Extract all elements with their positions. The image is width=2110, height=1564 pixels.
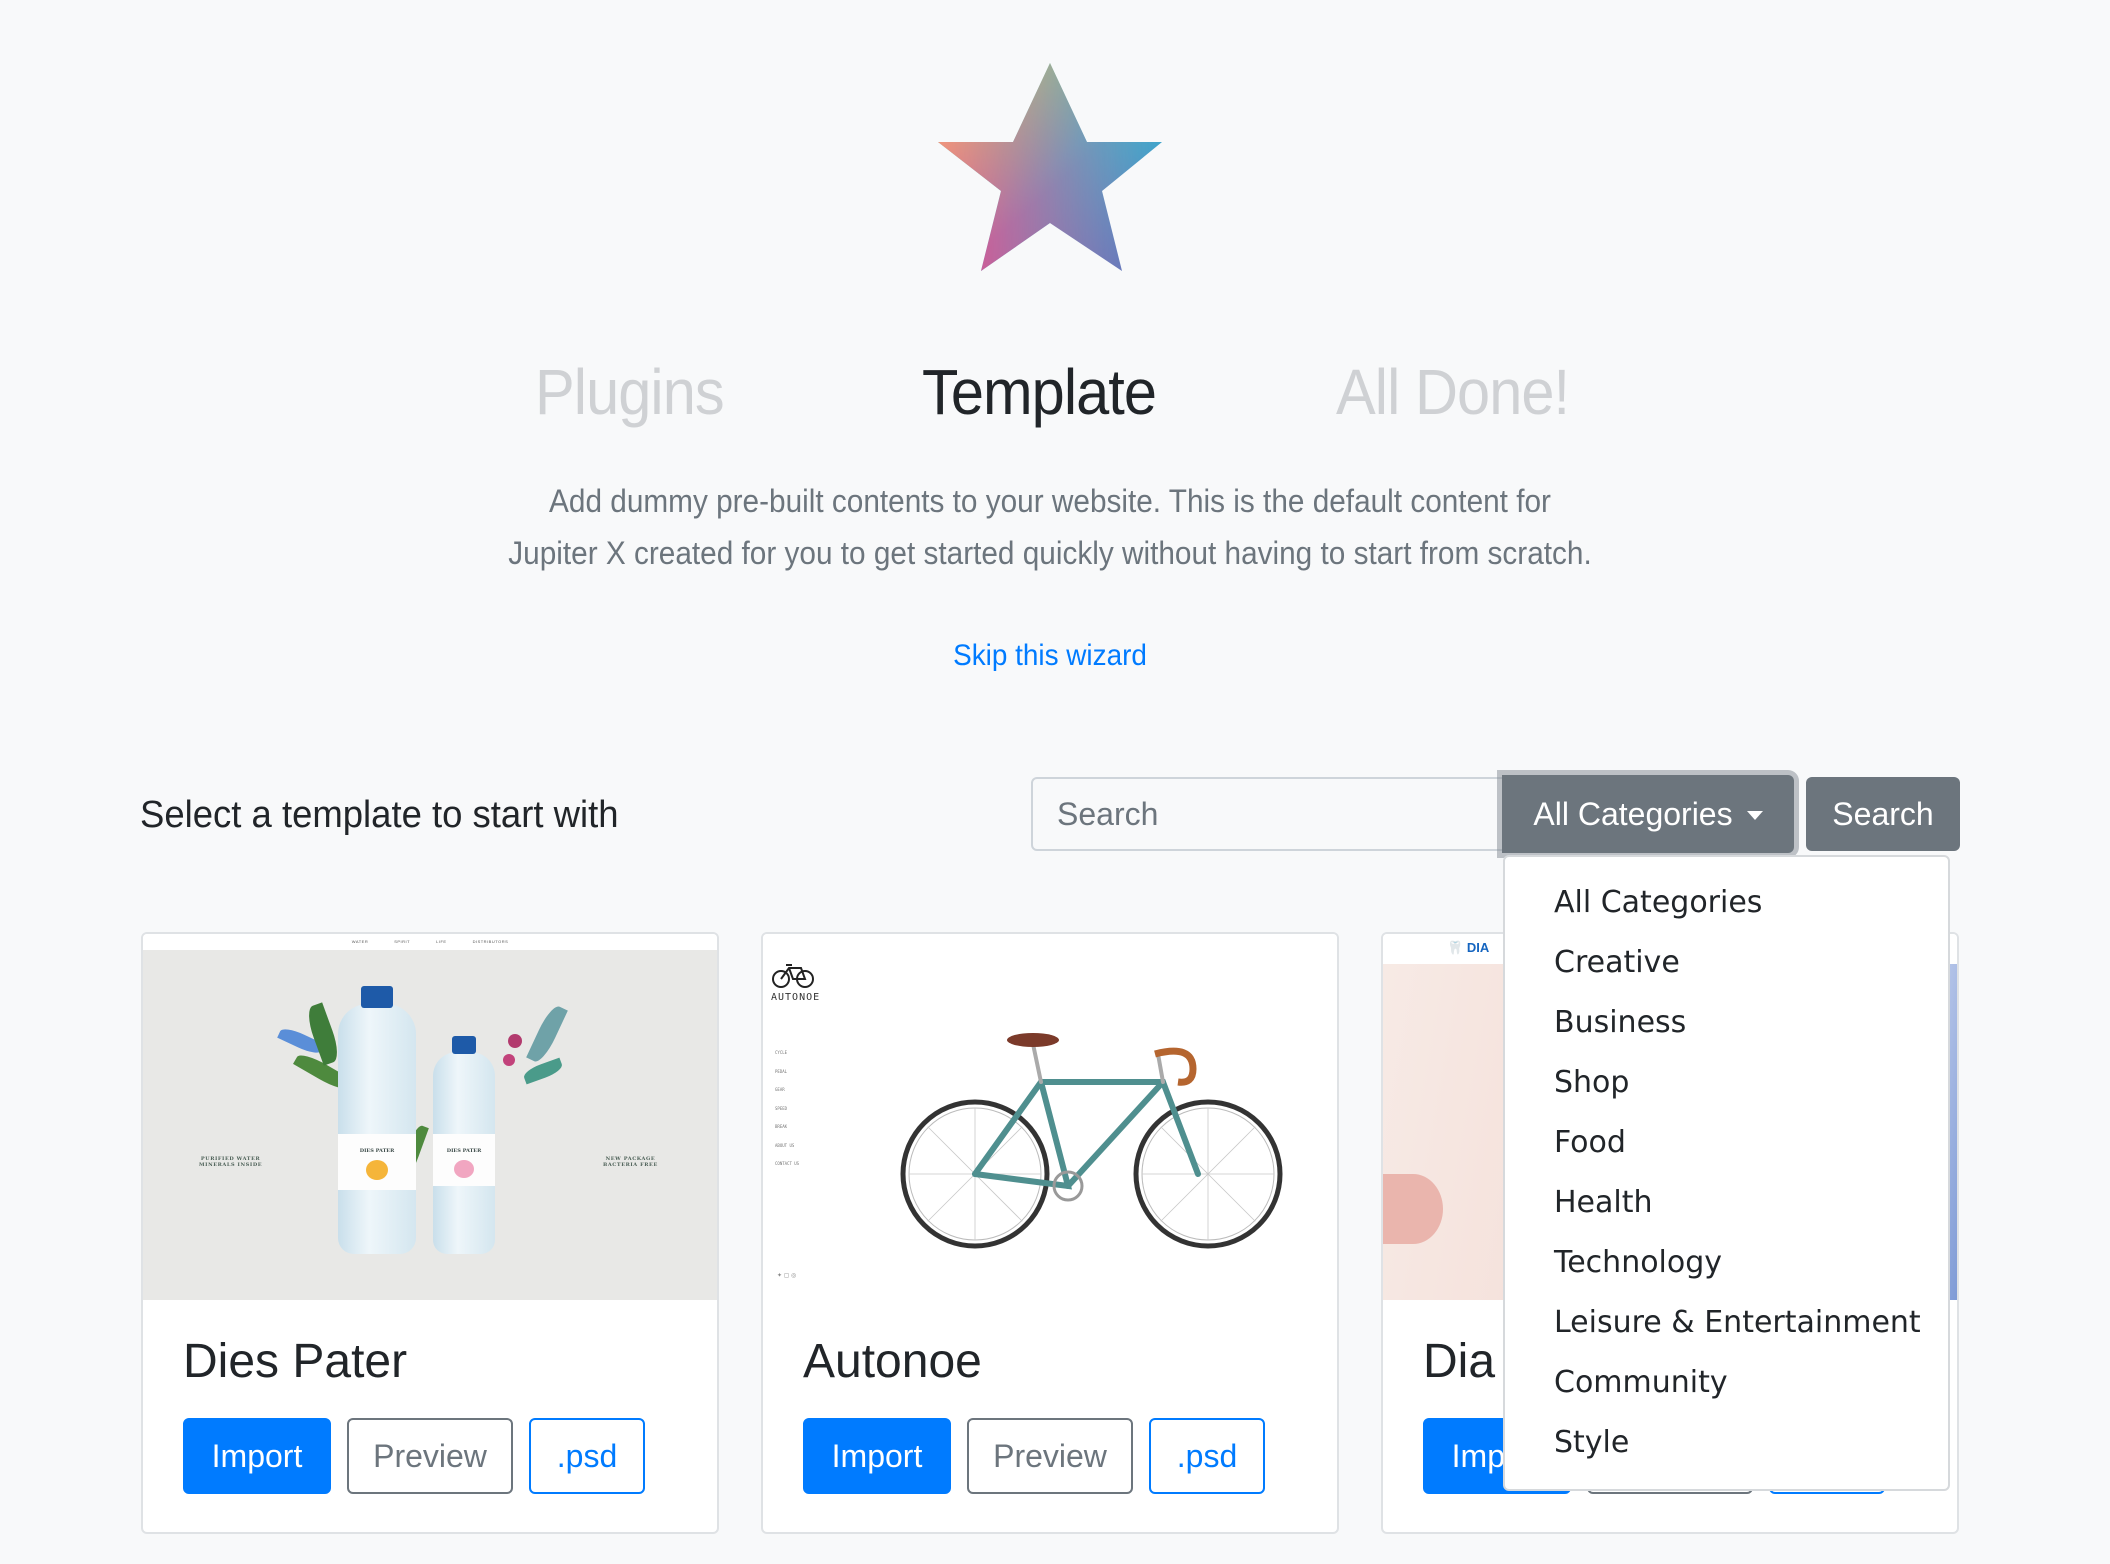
template-actions: Import Preview .psd (803, 1418, 1265, 1494)
thumbnail-nav-item: GEAR (775, 1087, 785, 1092)
category-dropdown-label: All Categories (1533, 795, 1733, 832)
step-template: Template (922, 356, 1157, 428)
thumbnail-brand-text: DIA (1466, 940, 1490, 955)
import-button[interactable]: Import (183, 1418, 331, 1494)
category-option-technology[interactable]: Technology (1505, 1233, 1948, 1293)
flower-decoration (366, 1160, 388, 1180)
caret-down-icon (1746, 810, 1763, 820)
description-line-1: Add dummy pre-built contents to your web… (549, 483, 1551, 519)
import-button[interactable]: Import (803, 1418, 951, 1494)
thumbnail-brand: AUTONOE (771, 992, 821, 1003)
bottle-label: DIES PATER (433, 1134, 495, 1186)
template-title: Dia (1423, 1335, 1496, 1388)
template-thumbnail[interactable]: AUTONOE CYCLE PEDAL GEAR SPEED BREAK ABO… (763, 934, 1337, 1300)
thumbnail-nav-item: SPEED (775, 1105, 788, 1111)
thumbnail-text: BACTERIA FREE (603, 1162, 658, 1168)
thumbnail-nav-item: BREAK (775, 1124, 788, 1129)
category-option-food[interactable]: Food (1505, 1113, 1948, 1173)
section-title: Select a template to start with (140, 794, 619, 836)
category-dropdown-button[interactable]: All Categories (1502, 775, 1794, 853)
category-option-all[interactable]: All Categories (1505, 873, 1948, 933)
bottle-large (338, 1004, 416, 1254)
skip-wizard-link[interactable]: Skip this wizard (911, 632, 1190, 680)
bottle-cap (452, 1036, 476, 1054)
template-card: WATER SPIRIT LIFE DISTRIBUTORS PURIFIED … (141, 932, 719, 1534)
category-option-health[interactable]: Health (1505, 1173, 1948, 1233)
category-option-business[interactable]: Business (1505, 993, 1948, 1053)
berry-decoration (503, 1054, 515, 1066)
bottle-cap (361, 986, 393, 1008)
bicycle-logo-icon (772, 964, 814, 988)
bottle-label: DIES PATER (338, 1134, 416, 1190)
psd-download-button[interactable]: .psd (1149, 1418, 1265, 1494)
label-text: DIES PATER (446, 1148, 482, 1154)
thumbnail-side-text-right: NEW PACKAGE BACTERIA FREE (603, 1156, 658, 1168)
step-all-done: All Done! (1336, 356, 1570, 428)
template-title: Dies Pater (183, 1335, 408, 1388)
thumbnail-text: MINERALS INSIDE (199, 1162, 263, 1168)
psd-download-button[interactable]: .psd (529, 1418, 645, 1494)
template-card: AUTONOE CYCLE PEDAL GEAR SPEED BREAK ABO… (761, 932, 1339, 1534)
thumbnail-nav-item: CONTACT US (775, 1161, 800, 1166)
template-title: Autonoe (803, 1335, 982, 1388)
thumbnail-nav-item: CYCLE (775, 1050, 788, 1055)
thumbnail-nav-item: LIFE (436, 939, 447, 944)
category-option-style[interactable]: Style (1505, 1413, 1948, 1473)
search-input[interactable] (1031, 777, 1511, 851)
category-dropdown-menu: All Categories Creative Business Shop Fo… (1503, 855, 1950, 1491)
social-icons: ✦ ▢ ◎ (777, 1273, 797, 1279)
tooth-icon: 🦷 (1447, 940, 1464, 955)
thumbnail-nav: WATER SPIRIT LIFE DISTRIBUTORS (143, 934, 717, 950)
thumbnail-nav-item: SPIRIT (394, 939, 411, 944)
step-description: Add dummy pre-built contents to your web… (405, 475, 1695, 579)
category-option-shop[interactable]: Shop (1505, 1053, 1948, 1113)
thumbnail-side-text-left: PURIFIED WATER MINERALS INSIDE (199, 1156, 262, 1168)
template-thumbnail[interactable]: WATER SPIRIT LIFE DISTRIBUTORS PURIFIED … (143, 934, 717, 1300)
label-text: DIES PATER (359, 1148, 395, 1154)
berry-decoration (508, 1034, 522, 1048)
step-plugins: Plugins (535, 356, 725, 428)
search-button[interactable]: Search (1806, 777, 1960, 851)
category-option-creative[interactable]: Creative (1505, 933, 1948, 993)
description-line-2: Jupiter X created for you to get started… (508, 535, 1592, 571)
thumbnail-nav-item: DISTRIBUTORS (472, 939, 509, 944)
preview-button[interactable]: Preview (967, 1418, 1133, 1494)
thumbnail-nav-item: ABOUT US (775, 1142, 795, 1148)
flower-decoration (454, 1160, 474, 1178)
thumbnail-brand: 🦷 DIA (1447, 940, 1489, 956)
template-actions: Import Preview .psd (183, 1418, 645, 1494)
thumbnail-nav: CYCLE PEDAL GEAR SPEED BREAK ABOUT US CO… (775, 1044, 799, 1174)
thumbnail-background (143, 950, 717, 1300)
category-option-leisure[interactable]: Leisure & Entertainment (1505, 1293, 1948, 1353)
preview-button[interactable]: Preview (347, 1418, 513, 1494)
bicycle-image (900, 1033, 1283, 1249)
category-option-community[interactable]: Community (1505, 1353, 1948, 1413)
gradient-star-icon (938, 63, 1162, 271)
ear-shape (1383, 1174, 1443, 1244)
thumbnail-nav-item: WATER (351, 939, 369, 944)
thumbnail-nav-item: PEDAL (775, 1068, 788, 1074)
